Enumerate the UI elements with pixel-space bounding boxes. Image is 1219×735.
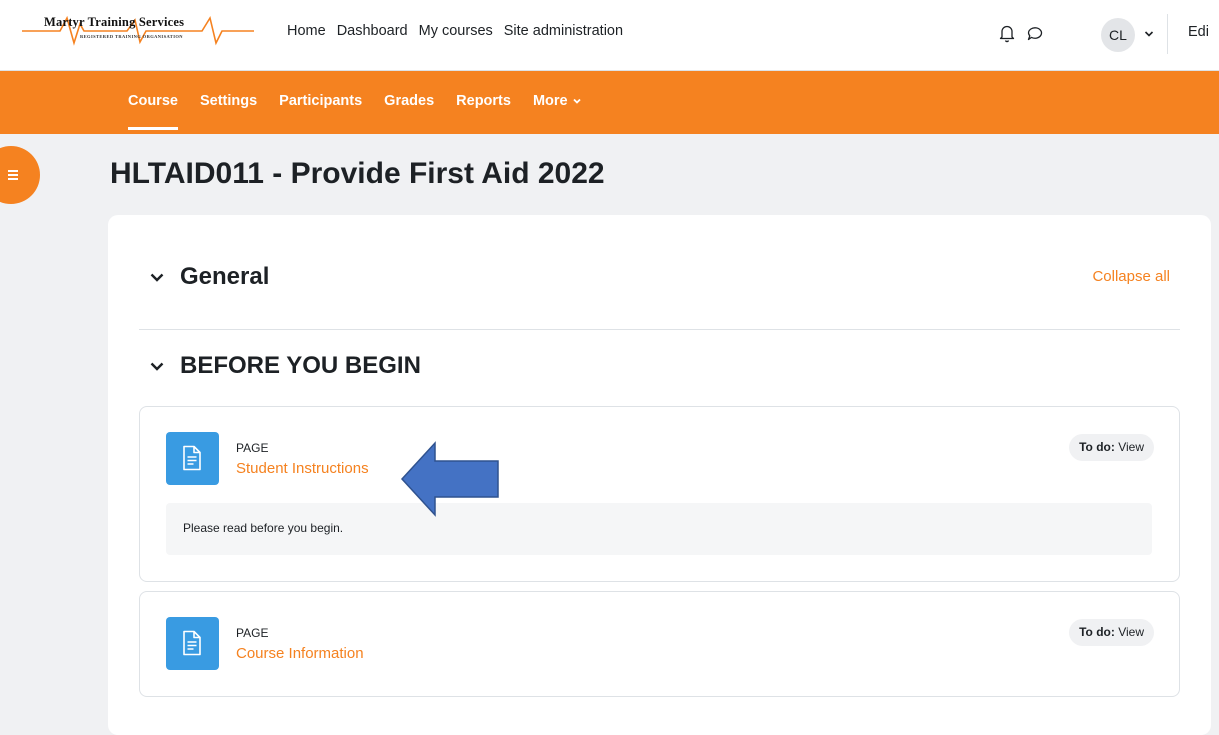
messages-chat-icon[interactable] <box>1024 22 1046 44</box>
list-icon <box>8 170 18 182</box>
activity-description-text: Please read before you begin. <box>183 521 344 535</box>
completion-value: View <box>1118 440 1144 454</box>
page-title: HLTAID011 - Provide First Aid 2022 <box>110 157 605 190</box>
nav-site-administration-link[interactable]: Site administration <box>504 23 623 39</box>
user-avatar[interactable]: CL <box>1101 18 1135 52</box>
section-before-you-begin-toggle[interactable]: BEFORE YOU BEGIN <box>148 352 421 380</box>
section-general-title: General <box>180 263 270 290</box>
page-activity-icon[interactable] <box>166 617 219 670</box>
chevron-down-icon <box>150 273 164 282</box>
page-activity-icon[interactable] <box>166 432 219 485</box>
tab-more[interactable]: More <box>533 93 582 109</box>
chevron-down-icon <box>572 99 581 104</box>
section-divider <box>139 329 1180 330</box>
section-general-toggle[interactable]: General <box>148 263 269 291</box>
activity-name-link[interactable]: Student Instructions <box>236 460 369 477</box>
tab-grades[interactable]: Grades <box>384 93 434 109</box>
logo-subtitle: REGISTERED TRAINING ORGANISATION <box>80 34 183 39</box>
completion-value: View <box>1118 625 1144 639</box>
completion-prefix: To do: <box>1079 440 1115 454</box>
tab-settings[interactable]: Settings <box>200 93 257 109</box>
nav-my-courses-link[interactable]: My courses <box>419 23 493 39</box>
activity-type: PAGE <box>236 626 269 640</box>
completion-badge: To do: View <box>1069 434 1154 461</box>
notifications-bell-icon[interactable] <box>996 22 1018 44</box>
collapse-all-link[interactable]: Collapse all <box>1092 268 1170 285</box>
course-secondary-nav: Course Settings Participants Grades Repo… <box>0 71 1219 134</box>
top-navbar: Martyr Training Services REGISTERED TRAI… <box>0 0 1219 71</box>
completion-badge: To do: View <box>1069 619 1154 646</box>
section-before-you-begin-title: BEFORE YOU BEGIN <box>180 352 421 379</box>
chevron-down-icon[interactable] <box>1143 28 1155 40</box>
document-icon <box>183 445 201 471</box>
primary-nav: Home Dashboard My courses Site administr… <box>287 23 634 39</box>
document-icon <box>183 630 201 656</box>
navbar-divider <box>1167 14 1168 54</box>
site-logo[interactable]: Martyr Training Services REGISTERED TRAI… <box>22 12 262 52</box>
logo-title: Martyr Training Services <box>44 15 185 29</box>
activity-item: PAGE Course Information To do: View <box>139 591 1180 697</box>
tab-reports[interactable]: Reports <box>456 93 511 109</box>
tab-course[interactable]: Course <box>128 93 178 130</box>
activity-description: Please read before you begin. <box>166 503 1152 555</box>
tab-participants[interactable]: Participants <box>279 93 362 109</box>
tab-more-label: More <box>532 93 568 109</box>
nav-home-link[interactable]: Home <box>287 23 326 39</box>
completion-prefix: To do: <box>1079 625 1115 639</box>
activity-item: PAGE Student Instructions To do: View Pl… <box>139 406 1180 582</box>
course-index-drawer-toggle[interactable] <box>0 146 40 204</box>
activity-name-link[interactable]: Course Information <box>236 645 364 662</box>
chevron-down-icon <box>150 362 164 371</box>
edit-mode-label[interactable]: Edi <box>1188 24 1209 40</box>
annotation-arrow-icon <box>400 441 499 517</box>
course-content: General Collapse all BEFORE YOU BEGIN PA… <box>108 215 1211 735</box>
activity-type: PAGE <box>236 441 269 455</box>
nav-dashboard-link[interactable]: Dashboard <box>337 23 408 39</box>
